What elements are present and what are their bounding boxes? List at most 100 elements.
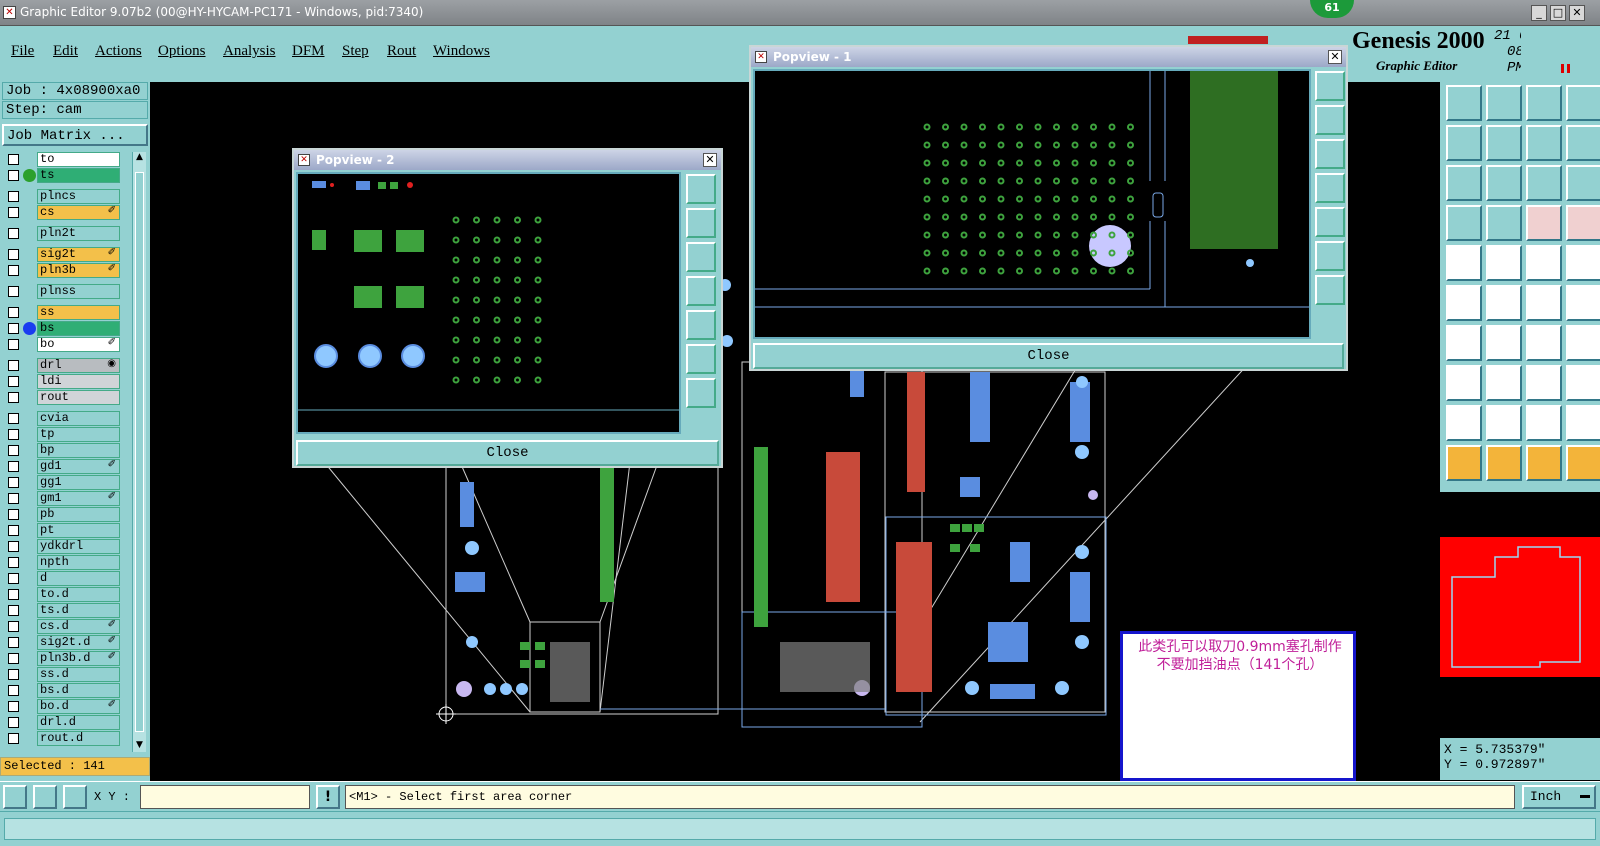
pen-icon[interactable] — [1446, 205, 1482, 241]
rotate-icon[interactable] — [1526, 325, 1562, 361]
layer-checkbox[interactable] — [8, 307, 19, 318]
layer-checkbox[interactable] — [8, 477, 19, 488]
cursor-multi-icon[interactable] — [1566, 445, 1600, 481]
angle-icon[interactable] — [33, 785, 57, 809]
popview-1-pan-up-icon[interactable] — [1315, 105, 1345, 135]
polygon-icon[interactable] — [1486, 245, 1522, 281]
layer-row[interactable]: plncs — [2, 189, 120, 204]
triangle-alt-icon[interactable] — [1486, 405, 1522, 441]
right-icon[interactable] — [1486, 125, 1522, 161]
help-icon[interactable] — [1566, 165, 1600, 201]
layer-checkbox[interactable] — [8, 286, 19, 297]
popview-2-pan-left-icon[interactable] — [686, 276, 716, 306]
layer-row[interactable]: cs.d ✐ — [2, 619, 120, 634]
popview-1-center-icon[interactable] — [1315, 275, 1345, 305]
layer-checkbox[interactable] — [8, 589, 19, 600]
popview-2-zoom-in-icon[interactable] — [686, 174, 716, 204]
popview-2-titlebar[interactable]: Popview - 2 — [294, 150, 721, 170]
popview-2-fit-icon[interactable] — [686, 344, 716, 374]
menu-options[interactable]: Options — [158, 43, 206, 60]
layer-checkbox[interactable] — [8, 701, 19, 712]
unit-select[interactable]: Inch — [1522, 785, 1596, 809]
layer-row[interactable]: drl ◉ — [2, 358, 120, 373]
popview-2-pan-down-icon[interactable] — [686, 242, 716, 272]
triangle-bold-icon[interactable] — [1526, 405, 1562, 441]
cursor-poly-icon[interactable] — [1526, 445, 1562, 481]
cursor-icon[interactable] — [1446, 445, 1482, 481]
layer-row[interactable]: ldi — [2, 374, 120, 389]
measure-alt-icon[interactable] — [1566, 205, 1600, 241]
layer-checkbox[interactable] — [8, 392, 19, 403]
popview-1-close-button[interactable]: Close — [753, 343, 1344, 369]
layer-row[interactable]: plnss — [2, 284, 120, 299]
layer-checkbox[interactable] — [8, 509, 19, 520]
layer-row[interactable]: pt — [2, 523, 120, 538]
move-icon[interactable] — [1526, 285, 1562, 321]
popview-2-center-icon[interactable] — [686, 378, 716, 408]
layer-row[interactable]: cvia — [2, 411, 120, 426]
measure-icon[interactable] — [1526, 205, 1562, 241]
popview-2-pan-up-icon[interactable] — [686, 208, 716, 238]
home-top-icon[interactable] — [1446, 85, 1482, 121]
menu-rout[interactable]: Rout — [387, 43, 416, 60]
popview-2-pan-right-icon[interactable] — [686, 310, 716, 340]
group-icon[interactable] — [1566, 365, 1600, 401]
layer-checkbox[interactable] — [8, 573, 19, 584]
layer-checkbox[interactable] — [8, 669, 19, 680]
layer-checkbox[interactable] — [8, 339, 19, 350]
layer-checkbox[interactable] — [8, 717, 19, 728]
layer-row[interactable]: pln2t — [2, 226, 120, 241]
select-icon[interactable] — [1446, 245, 1482, 281]
menu-dfm[interactable]: DFM — [292, 43, 325, 60]
connect-icon[interactable] — [1446, 285, 1482, 321]
layer-checkbox[interactable] — [8, 541, 19, 552]
layer-row[interactable]: to — [2, 152, 120, 167]
cursor-box-icon[interactable] — [1486, 445, 1522, 481]
mirror-icon[interactable] — [1566, 325, 1600, 361]
layer-row[interactable]: ts — [2, 168, 120, 183]
center-icon[interactable] — [1486, 165, 1522, 201]
close-icon[interactable]: ✕ — [1569, 5, 1585, 21]
layer-row[interactable]: pln3b.d ✐ — [2, 651, 120, 666]
line-icon[interactable] — [1446, 325, 1482, 361]
layer-row[interactable]: sig2t ✐ — [2, 247, 120, 262]
snap-icon[interactable] — [3, 785, 27, 809]
move-alt-icon[interactable] — [1566, 285, 1600, 321]
layer-row[interactable]: pln3b ✐ — [2, 263, 120, 278]
layer-row[interactable]: bp — [2, 443, 120, 458]
layer-icon[interactable] — [1566, 125, 1600, 161]
snap-icon[interactable] — [1486, 205, 1522, 241]
popview-2-close-icon[interactable]: ✕ — [703, 153, 717, 167]
popview-2-viewport[interactable] — [296, 172, 681, 434]
layer-row[interactable]: ydkdrl — [2, 539, 120, 554]
minimize-icon[interactable]: _ — [1531, 5, 1547, 21]
layer-checkbox[interactable] — [8, 207, 19, 218]
layer-checkbox[interactable] — [8, 493, 19, 504]
popview-1-titlebar[interactable]: Popview - 1 — [751, 47, 1346, 67]
job-matrix-button[interactable]: Job Matrix ... — [2, 124, 148, 146]
layer-checkbox[interactable] — [8, 653, 19, 664]
layer-checkbox[interactable] — [8, 323, 19, 334]
grid-icon[interactable] — [63, 785, 87, 809]
layer-checkbox[interactable] — [8, 228, 19, 239]
home-icon[interactable] — [1526, 85, 1562, 121]
layer-checkbox[interactable] — [8, 605, 19, 616]
layer-row[interactable]: bs — [2, 321, 120, 336]
cross-icon[interactable] — [1486, 285, 1522, 321]
break-icon[interactable] — [1486, 365, 1522, 401]
scale-icon[interactable] — [1526, 165, 1562, 201]
triangle-text-icon[interactable] — [1566, 405, 1600, 441]
layer-row[interactable]: to.d — [2, 587, 120, 602]
layer-checkbox[interactable] — [8, 445, 19, 456]
layer-row[interactable]: rout.d — [2, 731, 120, 746]
layer-checkbox[interactable] — [8, 621, 19, 632]
menu-step[interactable]: Step — [342, 43, 369, 60]
maximize-icon[interactable]: □ — [1550, 5, 1566, 21]
copy-icon[interactable] — [1446, 365, 1482, 401]
layer-checkbox[interactable] — [8, 191, 19, 202]
layer-row[interactable]: ts.d — [2, 603, 120, 618]
layer-checkbox[interactable] — [8, 525, 19, 536]
popview-1-zoom-in-icon[interactable] — [1315, 71, 1345, 101]
layer-row[interactable]: drl.d — [2, 715, 120, 730]
layer-scrollbar[interactable]: ▲ ▼ — [132, 152, 146, 752]
